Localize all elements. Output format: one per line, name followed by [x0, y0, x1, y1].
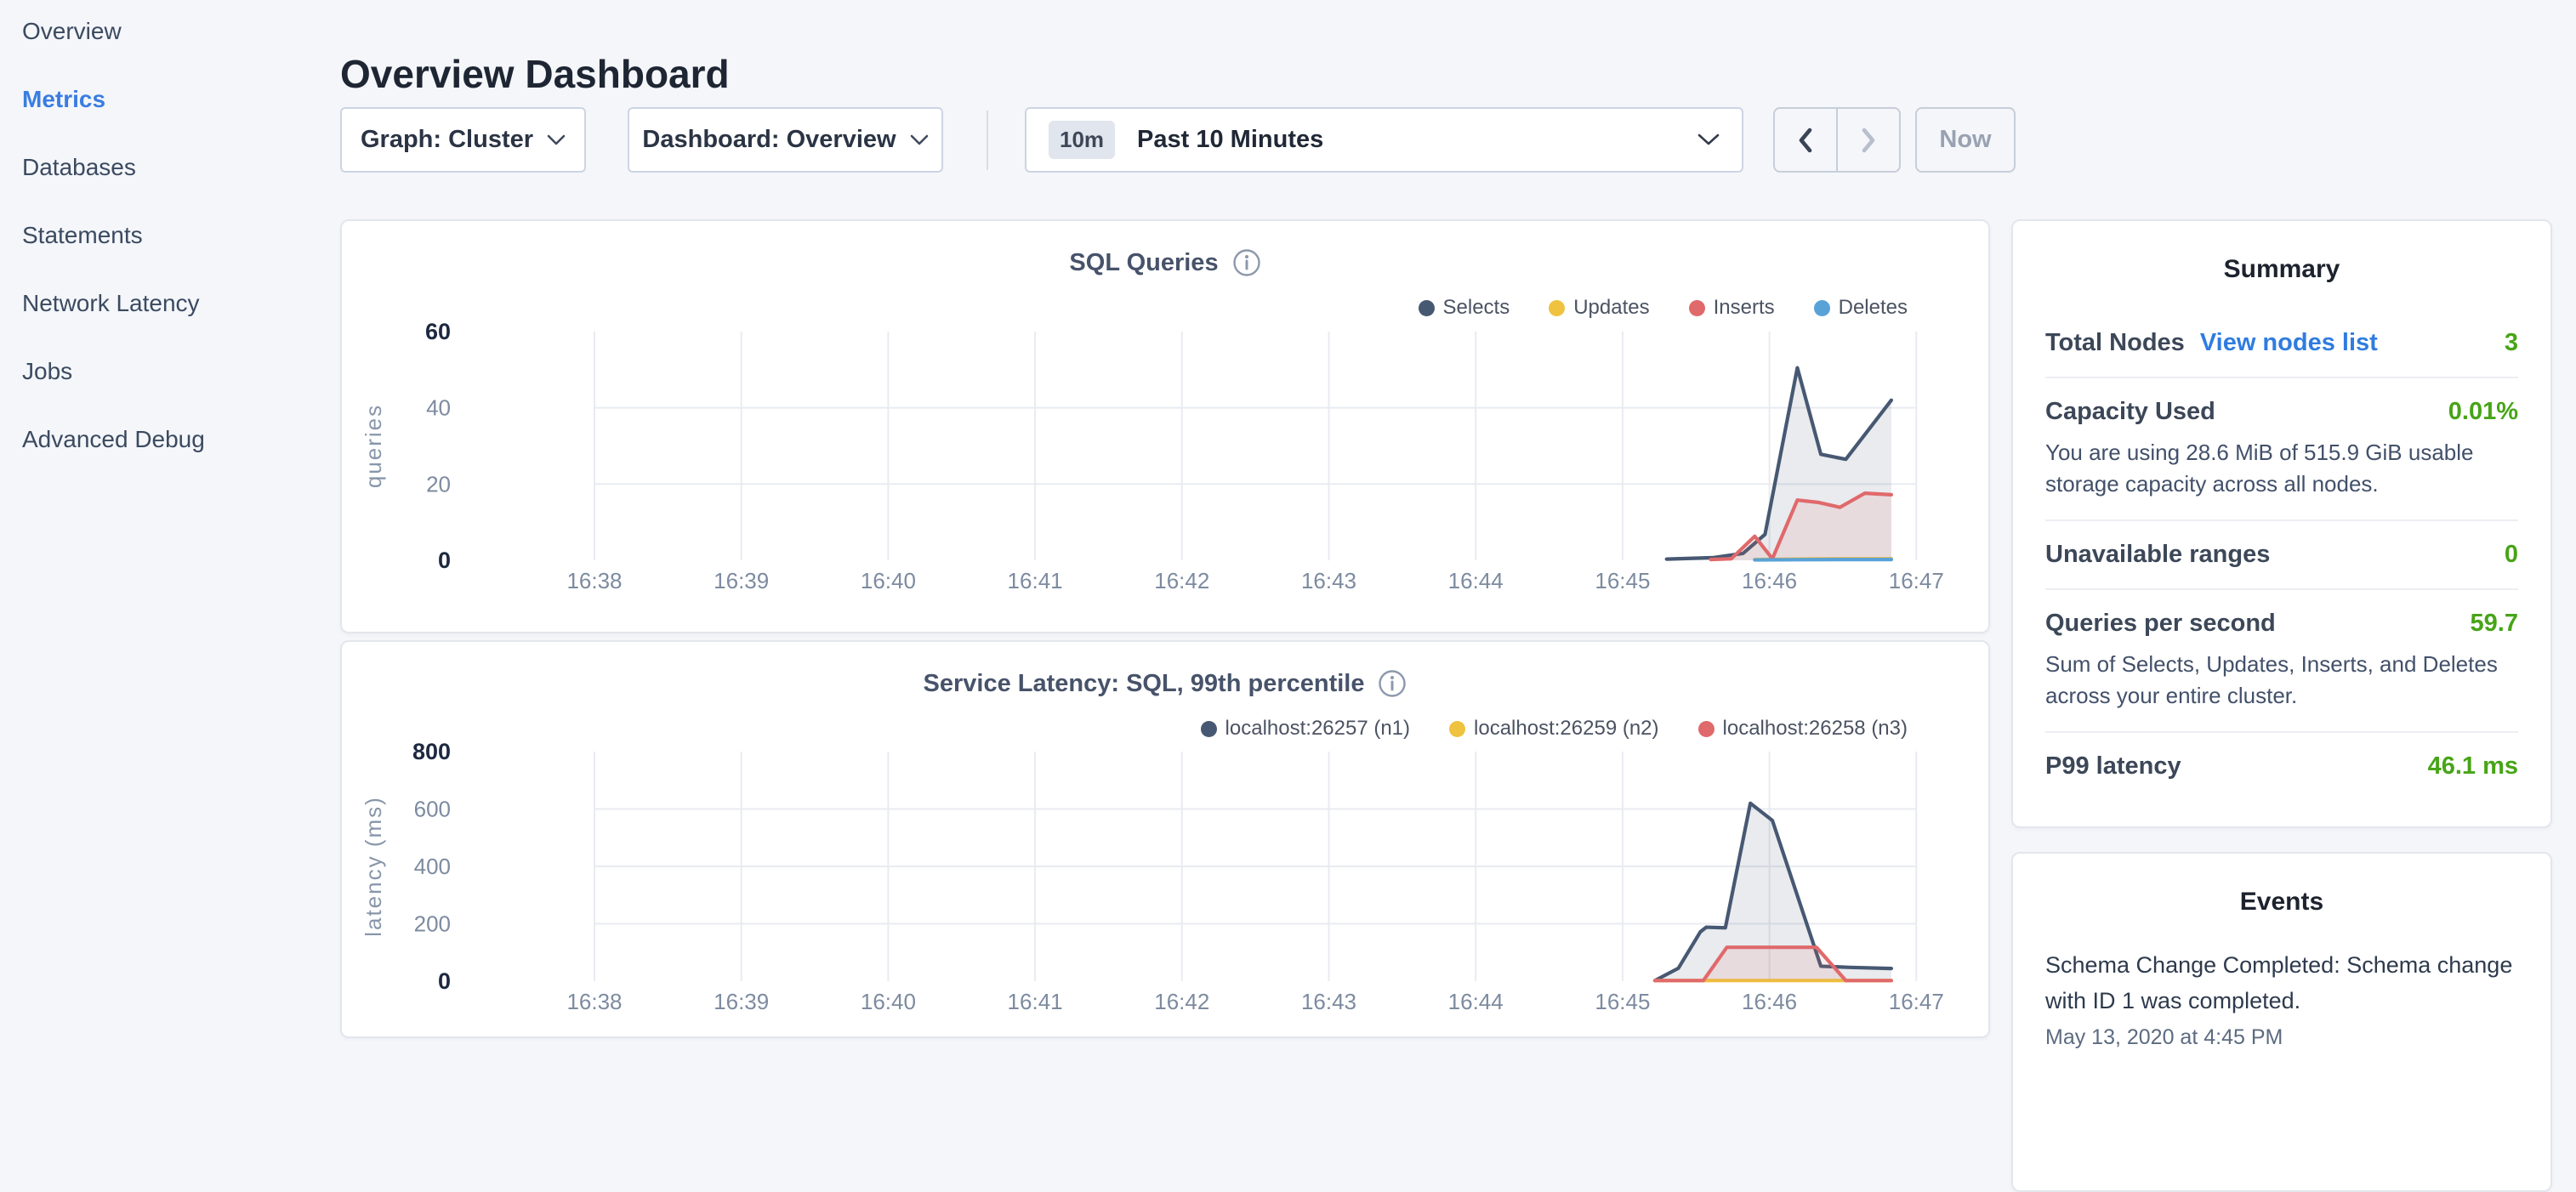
summary-row-label: Total Nodes	[2045, 329, 2185, 357]
svg-text:16:45: 16:45	[1595, 989, 1650, 1014]
service-latency-chart-card: Service Latency: SQL, 99th percentile lo…	[340, 640, 1990, 1038]
event-timestamp: May 13, 2020 at 4:45 PM	[2045, 1025, 2518, 1050]
sql-queries-chart-card: SQL Queries SelectsUpdatesInsertsDeletes…	[340, 219, 1990, 633]
summary-row-value: 0	[2505, 541, 2518, 569]
controls-divider	[987, 111, 988, 170]
svg-text:16:39: 16:39	[714, 989, 769, 1014]
svg-text:16:44: 16:44	[1448, 568, 1504, 593]
view-nodes-list-link[interactable]: View nodes list	[2200, 329, 2378, 357]
svg-text:16:42: 16:42	[1154, 989, 1209, 1014]
svg-text:20: 20	[426, 471, 451, 497]
svg-text:latency (ms): latency (ms)	[361, 796, 386, 937]
svg-text:16:47: 16:47	[1889, 568, 1944, 593]
svg-text:800: 800	[412, 739, 451, 764]
next-time-button[interactable]	[1836, 109, 1899, 171]
time-range-selector[interactable]: 10m Past 10 Minutes	[1025, 107, 1743, 173]
summary-row-capacity-used: Capacity Used 0.01% You are using 28.6 M…	[2045, 378, 2518, 521]
summary-row-label: Unavailable ranges	[2045, 541, 2270, 569]
svg-text:16:39: 16:39	[714, 568, 769, 593]
service-latency-chart-plot[interactable]: 16:38 16:39 16:40 16:41 16:42 16:43 16:44 16:45…	[342, 642, 1992, 1040]
svg-text:16:43: 16:43	[1301, 568, 1356, 593]
summary-row-queries-per-second: Queries per second 59.7 Sum of Selects, …	[2045, 590, 2518, 733]
svg-text:0: 0	[438, 968, 451, 994]
summary-row-p99-latency: P99 latency 46.1 ms	[2045, 733, 2518, 800]
summary-row-total-nodes: Total Nodes View nodes list 3	[2045, 309, 2518, 378]
events-title: Events	[2045, 888, 2518, 917]
svg-text:16:43: 16:43	[1301, 989, 1356, 1014]
now-button[interactable]: Now	[1915, 107, 2016, 173]
graph-scope-label: Graph: Cluster	[361, 126, 533, 154]
dashboard-dropdown[interactable]: Dashboard: Overview	[628, 107, 943, 173]
sidebar-item-network-latency[interactable]: Network Latency	[22, 288, 205, 319]
summary-row-description: You are using 28.6 MiB of 515.9 GiB usab…	[2045, 437, 2518, 500]
svg-text:16:38: 16:38	[566, 568, 622, 593]
summary-row-value: 3	[2505, 329, 2518, 357]
events-panel: Events Schema Change Completed: Schema c…	[2011, 852, 2552, 1192]
chevron-down-icon	[910, 134, 929, 145]
sidebar: Overview Metrics Databases Statements Ne…	[22, 16, 205, 455]
sidebar-item-statements[interactable]: Statements	[22, 220, 205, 251]
svg-text:40: 40	[426, 395, 451, 421]
sidebar-item-jobs[interactable]: Jobs	[22, 356, 205, 387]
chevron-down-icon	[547, 134, 566, 145]
svg-text:16:41: 16:41	[1008, 568, 1063, 593]
svg-text:600: 600	[414, 797, 451, 822]
svg-text:0: 0	[438, 548, 451, 573]
svg-text:16:46: 16:46	[1742, 568, 1797, 593]
dashboard-dropdown-label: Dashboard: Overview	[642, 126, 896, 154]
page-title: Overview Dashboard	[340, 50, 730, 98]
time-window-badge: 10m	[1049, 121, 1115, 159]
svg-text:16:44: 16:44	[1448, 989, 1504, 1014]
sidebar-item-advanced-debug[interactable]: Advanced Debug	[22, 424, 205, 455]
svg-text:400: 400	[414, 854, 451, 879]
chevron-left-icon	[1796, 128, 1815, 153]
summary-row-value: 46.1 ms	[2428, 752, 2518, 780]
svg-text:16:40: 16:40	[861, 568, 916, 593]
svg-text:16:47: 16:47	[1889, 989, 1944, 1014]
summary-row-value: 0.01%	[2448, 398, 2518, 426]
svg-text:16:40: 16:40	[861, 989, 916, 1014]
chevron-down-icon	[1697, 133, 1720, 146]
sidebar-item-databases[interactable]: Databases	[22, 152, 205, 183]
svg-text:queries: queries	[361, 404, 386, 488]
graph-scope-dropdown[interactable]: Graph: Cluster	[340, 107, 586, 173]
svg-text:16:42: 16:42	[1154, 568, 1209, 593]
summary-panel: Summary Total Nodes View nodes list 3 Ca…	[2011, 219, 2552, 828]
time-step-buttons	[1773, 107, 1901, 173]
summary-row-label: P99 latency	[2045, 752, 2181, 780]
svg-text:16:45: 16:45	[1595, 568, 1650, 593]
summary-row-unavailable-ranges: Unavailable ranges 0	[2045, 521, 2518, 590]
sql-queries-chart-plot[interactable]: 16:38 16:39 16:40 16:41 16:42 16:43 16:44 16:45…	[342, 221, 1992, 635]
svg-text:200: 200	[414, 911, 451, 937]
chevron-right-icon	[1859, 128, 1878, 153]
summary-title: Summary	[2045, 255, 2518, 284]
svg-text:16:41: 16:41	[1008, 989, 1063, 1014]
svg-text:16:38: 16:38	[566, 989, 622, 1014]
svg-text:60: 60	[425, 319, 451, 344]
summary-row-label: Queries per second	[2045, 610, 2276, 638]
summary-row-value: 59.7	[2471, 610, 2518, 638]
event-message[interactable]: Schema Change Completed: Schema change w…	[2045, 947, 2518, 1019]
svg-text:16:46: 16:46	[1742, 989, 1797, 1014]
sidebar-item-overview[interactable]: Overview	[22, 16, 205, 47]
time-window-label: Past 10 Minutes	[1137, 126, 1675, 154]
summary-row-label: Capacity Used	[2045, 398, 2215, 426]
prev-time-button[interactable]	[1775, 109, 1836, 171]
sidebar-item-metrics[interactable]: Metrics	[22, 84, 205, 115]
summary-row-description: Sum of Selects, Updates, Inserts, and De…	[2045, 649, 2518, 712]
